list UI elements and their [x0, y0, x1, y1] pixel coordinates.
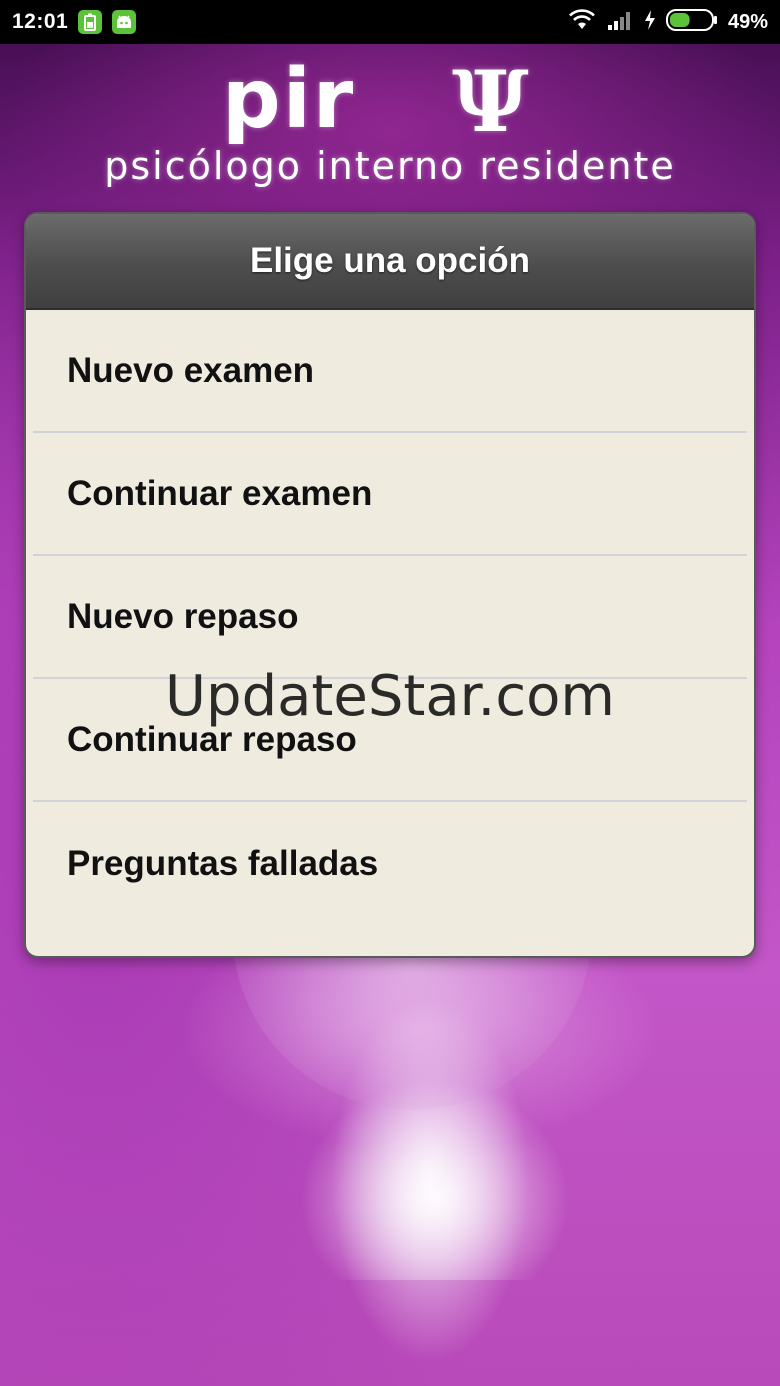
options-dialog: Elige una opción Nuevo examen Continuar … [24, 212, 756, 958]
option-preguntas-falladas[interactable]: Preguntas falladas [33, 802, 747, 925]
battery-notif-icon [78, 10, 103, 34]
logo-psi-icon: Ψ [452, 52, 529, 151]
signal-icon [606, 9, 634, 36]
wifi-icon [568, 8, 596, 36]
battery-icon [665, 8, 718, 37]
dialog-title: Elige una opción [249, 241, 531, 280]
app-logo: pir Ψ psicólogo interno residente [0, 52, 780, 192]
option-nuevo-examen[interactable]: Nuevo examen [33, 310, 747, 433]
option-label: Nuevo examen [67, 350, 315, 390]
option-continuar-examen[interactable]: Continuar examen [33, 433, 747, 556]
dialog-header: Elige una opción [26, 214, 754, 310]
background-light-beam [300, 1080, 570, 1280]
logo-pir-text: pir [222, 52, 356, 147]
option-label: Continuar examen [67, 473, 373, 513]
logo-subtitle: psicólogo interno residente [104, 144, 676, 188]
option-nuevo-repaso[interactable]: Nuevo repaso [33, 556, 747, 679]
option-list: Nuevo examen Continuar examen Nuevo repa… [26, 310, 754, 925]
option-continuar-repaso[interactable]: Continuar repaso [33, 679, 747, 802]
status-time: 12:01 [12, 10, 69, 33]
battery-percent: 49% [727, 10, 768, 33]
option-label: Preguntas falladas [67, 843, 379, 883]
status-right: 49% [568, 8, 768, 37]
charging-icon [644, 9, 656, 36]
status-bar: 12:01 49% [0, 0, 780, 44]
option-label: Continuar repaso [67, 719, 357, 759]
android-notif-icon [112, 10, 137, 34]
option-label: Nuevo repaso [67, 596, 299, 636]
status-left: 12:01 [12, 10, 137, 34]
